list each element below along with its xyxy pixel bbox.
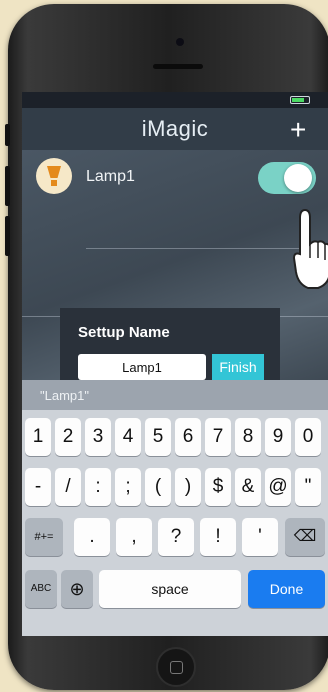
key[interactable]: ?	[158, 518, 194, 556]
suggestion-text: "Lamp1"	[40, 388, 89, 403]
symbols-key[interactable]: #+=	[25, 518, 63, 556]
key[interactable]: 6	[175, 418, 201, 456]
dialog-title: Settup Name	[78, 324, 170, 341]
key[interactable]: 1	[25, 418, 51, 456]
phone-screen: iMagic + Lamp1 Settup Name Finish "Lamp1…	[22, 92, 328, 636]
key[interactable]: /	[55, 468, 81, 506]
key[interactable]: "	[295, 468, 321, 506]
battery-icon	[290, 96, 310, 104]
list-item[interactable]: Lamp1	[22, 150, 328, 210]
lamp-icon	[36, 158, 72, 194]
lamp-name: Lamp1	[86, 168, 135, 185]
key[interactable]: &	[235, 468, 261, 506]
backspace-icon[interactable]: ⌫	[285, 518, 325, 556]
front-camera	[176, 38, 184, 46]
key[interactable]: .	[74, 518, 110, 556]
key[interactable]: 3	[85, 418, 111, 456]
mute-switch	[5, 124, 10, 146]
key[interactable]: 9	[265, 418, 291, 456]
key[interactable]: ;	[115, 468, 141, 506]
add-button[interactable]: +	[290, 114, 306, 146]
key[interactable]: 0	[295, 418, 321, 456]
volume-down-button	[5, 216, 10, 256]
abc-key[interactable]: ABC	[25, 570, 57, 608]
key[interactable]: (	[145, 468, 171, 506]
key[interactable]: 8	[235, 418, 261, 456]
lamp-toggle[interactable]	[258, 162, 316, 194]
key[interactable]: $	[205, 468, 231, 506]
key[interactable]: !	[200, 518, 236, 556]
key[interactable]: 5	[145, 418, 171, 456]
name-input[interactable]	[78, 354, 206, 380]
key[interactable]: )	[175, 468, 201, 506]
finish-button[interactable]: Finish	[212, 354, 264, 380]
volume-up-button	[5, 166, 10, 206]
key[interactable]: :	[85, 468, 111, 506]
status-bar	[22, 92, 328, 108]
pointing-hand-icon	[292, 208, 328, 289]
earpiece-speaker	[153, 64, 203, 69]
toggle-knob	[284, 164, 312, 192]
done-button[interactable]: Done	[248, 570, 325, 608]
key[interactable]: @	[265, 468, 291, 506]
app-title: iMagic	[141, 116, 209, 141]
keyboard: 1 2 3 4 5 6 7 8 9 0 - / : ; ( ) $ & @ " …	[22, 410, 328, 636]
globe-icon[interactable]: ⊕	[61, 570, 93, 608]
key[interactable]: -	[25, 468, 51, 506]
key[interactable]: '	[242, 518, 278, 556]
key[interactable]: ,	[116, 518, 152, 556]
key[interactable]: 4	[115, 418, 141, 456]
key[interactable]: 7	[205, 418, 231, 456]
home-button[interactable]	[156, 647, 196, 687]
suggestion-bar[interactable]: "Lamp1"	[22, 380, 328, 410]
key[interactable]: 2	[55, 418, 81, 456]
space-key[interactable]: space	[99, 570, 241, 608]
nav-bar: iMagic +	[22, 108, 328, 150]
home-square-icon	[170, 661, 183, 674]
